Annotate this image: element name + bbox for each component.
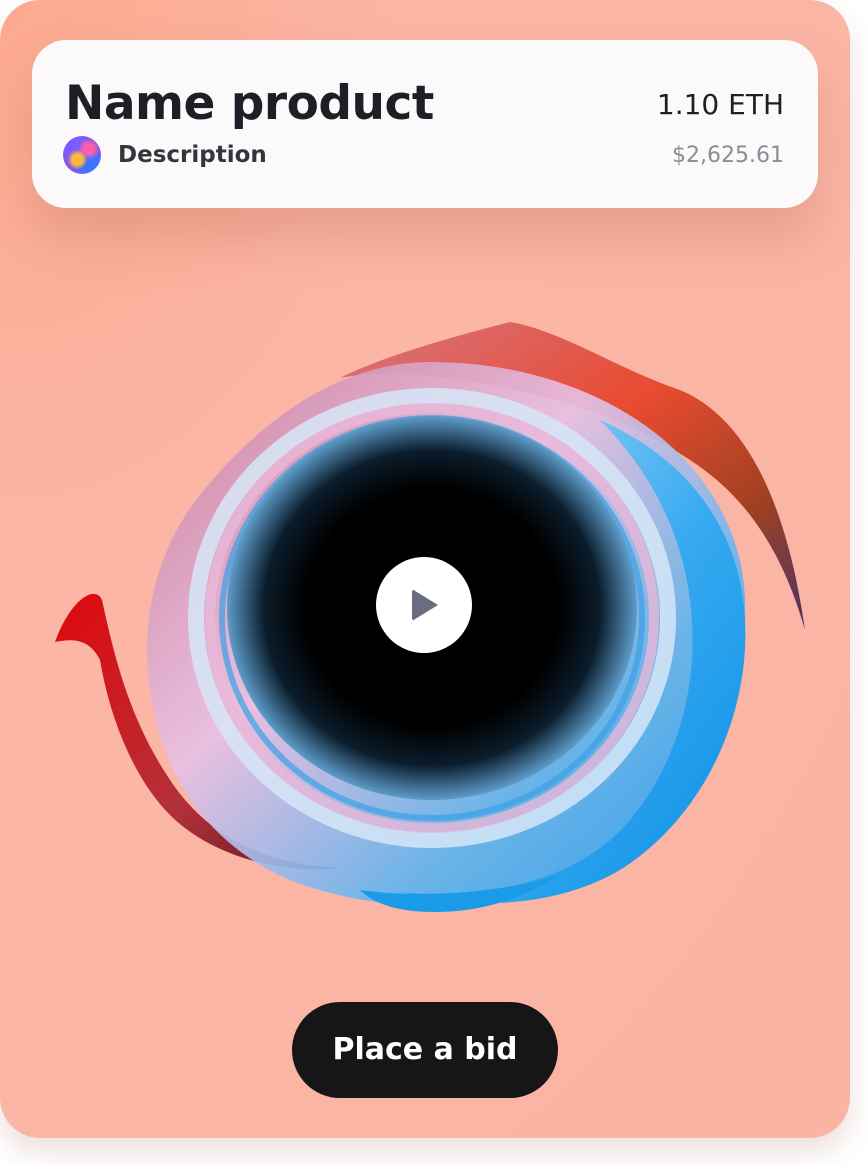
creator-avatar[interactable]: [63, 136, 101, 174]
product-description: Description: [118, 142, 267, 168]
play-icon: [412, 589, 438, 621]
product-name: Name product: [65, 76, 434, 131]
nft-product-card: Name product Description 1.10 ETH $2,625…: [0, 0, 850, 1138]
product-info-panel: Name product Description 1.10 ETH $2,625…: [32, 40, 818, 208]
play-button[interactable]: [376, 557, 472, 653]
price-usd: $2,625.61: [672, 143, 784, 168]
place-bid-button[interactable]: Place a bid: [292, 1002, 558, 1098]
price-eth: 1.10 ETH: [656, 88, 784, 121]
